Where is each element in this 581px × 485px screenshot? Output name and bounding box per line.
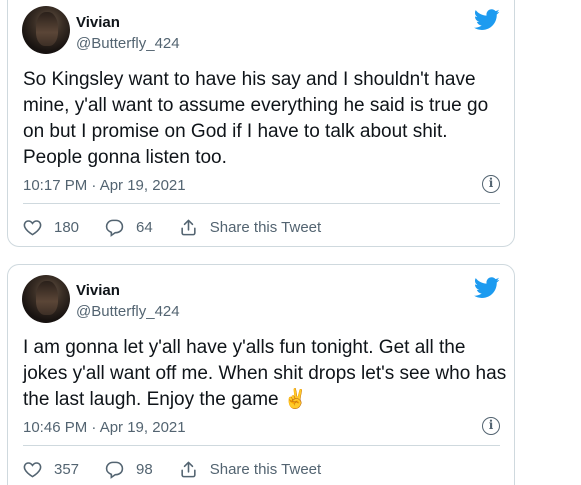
info-icon[interactable]: i xyxy=(482,417,500,435)
twitter-bird-icon[interactable] xyxy=(474,277,500,299)
share-button[interactable]: Share this Tweet xyxy=(179,218,321,237)
like-count: 180 xyxy=(54,218,80,236)
reply-button[interactable]: 98 xyxy=(105,460,153,479)
tweet-timestamp[interactable]: 10:17 PM · Apr 19, 2021 xyxy=(23,177,186,194)
reply-button[interactable]: 64 xyxy=(105,218,153,237)
reply-bubble-icon xyxy=(105,461,124,479)
divider xyxy=(23,445,500,446)
author-name[interactable]: Vivian xyxy=(76,14,120,31)
tweet-text: I am gonna let y'all have y'alls fun ton… xyxy=(23,337,507,410)
tweet-actions: 357 98 Share this Tweet xyxy=(23,458,347,480)
share-icon xyxy=(181,461,196,477)
reply-bubble-icon xyxy=(105,219,124,237)
author-handle[interactable]: @Butterfly_424 xyxy=(76,35,180,52)
avatar[interactable] xyxy=(22,6,70,54)
tweet-actions: 180 64 Share this Tweet xyxy=(23,216,347,238)
like-button[interactable]: 357 xyxy=(23,460,79,479)
share-label: Share this Tweet xyxy=(209,218,322,236)
like-button[interactable]: 180 xyxy=(23,218,79,237)
info-icon[interactable]: i xyxy=(482,175,500,193)
like-count: 357 xyxy=(54,460,80,478)
tweet-card[interactable]: Vivian @Butterfly_424 So Kingsley want t… xyxy=(7,0,515,247)
share-icon xyxy=(181,219,196,235)
heart-icon xyxy=(23,461,42,478)
twitter-bird-icon[interactable] xyxy=(474,9,500,31)
share-button[interactable]: Share this Tweet xyxy=(179,460,321,479)
reply-count: 98 xyxy=(136,460,153,478)
avatar[interactable] xyxy=(22,275,70,323)
share-label: Share this Tweet xyxy=(209,460,322,478)
tweet-card[interactable]: Vivian @Butterfly_424 I am gonna let y'a… xyxy=(7,264,515,485)
reply-count: 64 xyxy=(136,218,153,236)
heart-icon xyxy=(23,219,42,236)
tweet-timestamp[interactable]: 10:46 PM · Apr 19, 2021 xyxy=(23,419,186,436)
tweet-text: So Kingsley want to have his say and I s… xyxy=(23,69,489,168)
divider xyxy=(23,203,500,204)
author-name[interactable]: Vivian xyxy=(76,282,120,299)
author-handle[interactable]: @Butterfly_424 xyxy=(76,303,180,320)
